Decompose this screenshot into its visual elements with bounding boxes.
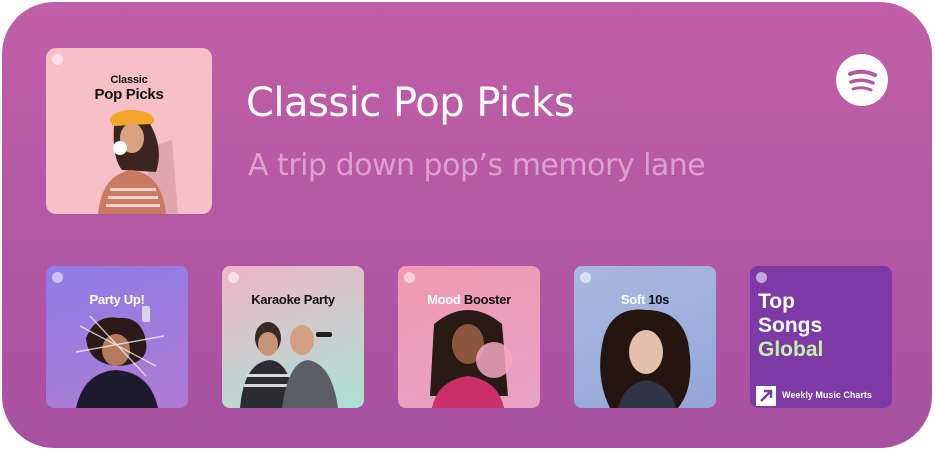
- playlist-subtitle: A trip down pop’s memory lane: [248, 148, 706, 183]
- tile-title-line1: Top: [758, 290, 795, 313]
- chart-arrow-icon: [756, 386, 776, 406]
- playlist-tile-mood-booster[interactable]: Mood Booster: [398, 266, 540, 408]
- playlist-tile-karaoke-party[interactable]: Karaoke Party: [222, 266, 364, 408]
- spotify-small-icon: [756, 272, 767, 283]
- spotify-logo-icon[interactable]: [836, 54, 888, 106]
- tile-title-line2: Songs: [758, 314, 823, 337]
- tile-title: Top Songs Global: [758, 290, 823, 362]
- tile-illustration: [75, 306, 165, 408]
- cover-illustration: [98, 110, 178, 214]
- tile-illustration: [600, 309, 691, 408]
- playlist-title[interactable]: Classic Pop Picks: [246, 80, 575, 126]
- tile-illustration: [430, 310, 512, 408]
- tile-title-line3: Global: [758, 338, 824, 361]
- hero-playlist-cover[interactable]: Classic Pop Picks: [46, 48, 212, 214]
- spotify-widget: Classic Pop Picks Classic Pop Picks A tr…: [2, 2, 932, 448]
- tile-footer: Weekly Music Charts: [782, 390, 872, 400]
- playlist-tile-soft-10s[interactable]: Soft 10s: [574, 266, 716, 408]
- playlist-tile-party-up[interactable]: Party Up!: [46, 266, 188, 408]
- tile-illustration: [240, 322, 338, 408]
- playlist-tile-top-songs-global[interactable]: Top Songs Global Weekly Music Charts: [750, 266, 892, 408]
